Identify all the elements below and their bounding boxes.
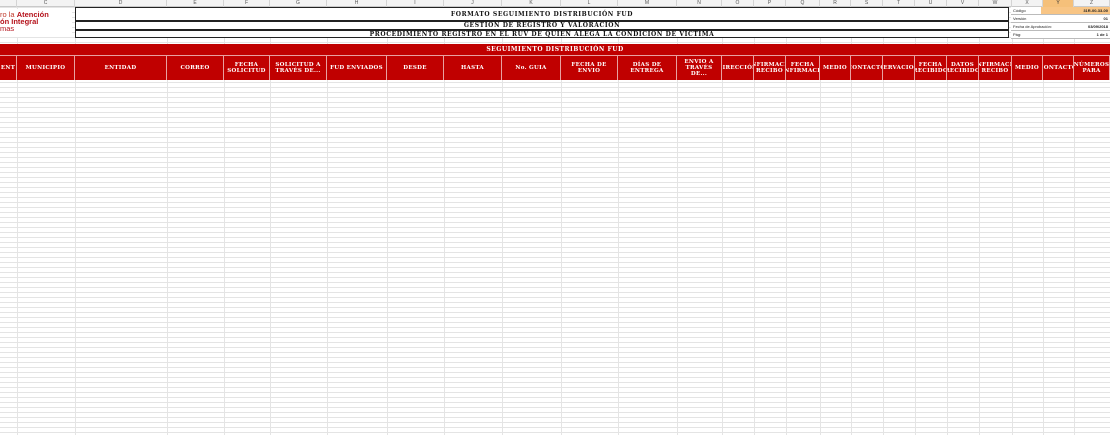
organization-logo: ro la Atención ón Integral mas	[0, 9, 72, 37]
column-letter-v[interactable]: V	[947, 0, 979, 7]
column-letter-m[interactable]: M	[618, 0, 677, 7]
column-letter-j[interactable]: J	[444, 0, 502, 7]
column-letter-y[interactable]: Y	[1043, 0, 1074, 7]
column-header-24[interactable]: NÚMEROS PARA	[1074, 56, 1110, 80]
column-letter-r[interactable]: R	[820, 0, 851, 7]
column-header-0[interactable]: ENT	[0, 56, 17, 80]
meta-code-row[interactable]: Código 31R-00-33-00	[1011, 7, 1110, 15]
page-value: 1 de 1	[1096, 32, 1108, 37]
code-label: Código	[1013, 8, 1026, 13]
column-letter-s[interactable]: S	[851, 0, 883, 7]
column-header-bar: CDEFGHIJKLMNOPQRSTUVWXYZ	[0, 0, 1110, 7]
column-header-11[interactable]: DÍAS DE ENTREGA	[618, 56, 677, 80]
page-label: Pág:	[1013, 32, 1022, 37]
column-letter-o[interactable]: O	[722, 0, 754, 7]
column-header-10[interactable]: FECHA DE ENVIO	[561, 56, 618, 80]
column-header-4[interactable]: FECHA SOLICITUD	[224, 56, 270, 80]
column-letter-k[interactable]: K	[502, 0, 561, 7]
version-label: Versión	[1013, 16, 1027, 21]
column-header-2[interactable]: ENTIDAD	[75, 56, 167, 80]
column-letter-n[interactable]: N	[677, 0, 722, 7]
column-header-5[interactable]: SOLICITUD A TRAVÉS DE...	[270, 56, 327, 80]
column-letter-i[interactable]: I	[387, 0, 444, 7]
column-header-21[interactable]: CONFIRMACIÓN RECIBO	[979, 56, 1012, 80]
column-letter-w[interactable]: W	[979, 0, 1012, 7]
format-title[interactable]: FORMATO SEGUIMIENTO DISTRIBUCIÓN FUD	[75, 7, 1009, 21]
meta-version-row[interactable]: Versión 01	[1011, 15, 1110, 23]
logo-line-3: mas	[0, 24, 15, 33]
column-letter-f[interactable]: F	[224, 0, 270, 7]
column-letter-q[interactable]: Q	[786, 0, 820, 7]
column-letter-z[interactable]: Z	[1074, 0, 1110, 7]
process-title[interactable]: GESTIÓN DE REGISTRO Y VALORACIÓN	[75, 21, 1009, 30]
procedure-title[interactable]: PROCEDIMIENTO REGISTRO EN EL RUV DE QUIE…	[75, 30, 1009, 38]
column-header-16[interactable]: MEDIO	[820, 56, 851, 80]
column-header-14[interactable]: CONFIRMACIÓN RECIBO	[754, 56, 786, 80]
column-header-15[interactable]: FECHA CONFIRMACIÓN	[786, 56, 820, 80]
column-letter-d[interactable]: D	[75, 0, 167, 7]
column-header-9[interactable]: No. GUIA	[502, 56, 561, 80]
column-letter-x[interactable]: X	[1012, 0, 1043, 7]
column-header-8[interactable]: HASTA	[444, 56, 502, 80]
column-header-13[interactable]: DIRECCIÓN	[722, 56, 754, 80]
date-label: Fecha de Aprobación:	[1013, 24, 1052, 29]
column-header-17[interactable]: CONTACTO	[851, 56, 883, 80]
column-letter-g[interactable]: G	[270, 0, 327, 7]
column-letter-u[interactable]: U	[915, 0, 947, 7]
column-letter-h[interactable]: H	[327, 0, 387, 7]
meta-date-row[interactable]: Fecha de Aprobación: 03/09/2018	[1011, 23, 1110, 31]
column-letter-p[interactable]: P	[754, 0, 786, 7]
table-section-title[interactable]: SEGUIMIENTO DISTRIBUCIÓN FUD	[0, 44, 1110, 56]
spreadsheet[interactable]: CDEFGHIJKLMNOPQRSTUVWXYZ ro la Atención …	[0, 0, 1110, 435]
column-letter-e[interactable]: E	[167, 0, 224, 7]
column-header-3[interactable]: CORREO	[167, 56, 224, 80]
column-letter-c[interactable]: C	[17, 0, 75, 7]
meta-page-row[interactable]: Pág: 1 de 1	[1011, 31, 1110, 39]
date-value: 03/09/2018	[1087, 24, 1108, 29]
column-header-6[interactable]: FUD ENVIADOS	[327, 56, 387, 80]
column-header-19[interactable]: FECHA RECIBIDO	[915, 56, 947, 80]
column-header-12[interactable]: ENVIO A TRAVÉS DE...	[677, 56, 722, 80]
column-letter-b[interactable]	[0, 0, 17, 7]
column-header-20[interactable]: DATOS RECIBIDO	[947, 56, 979, 80]
version-value: 01	[1103, 16, 1108, 21]
column-letter-l[interactable]: L	[561, 0, 618, 7]
column-header-7[interactable]: DESDE	[387, 56, 444, 80]
code-value: 31R-00-33-00	[1083, 8, 1108, 13]
column-letter-t[interactable]: T	[883, 0, 915, 7]
column-header-18[interactable]: OBSERVACIONES	[883, 56, 915, 80]
column-header-1[interactable]: MUNICIPIO	[17, 56, 75, 80]
column-header-23[interactable]: CONTACTO	[1043, 56, 1074, 80]
column-header-22[interactable]: MEDIO	[1012, 56, 1043, 80]
